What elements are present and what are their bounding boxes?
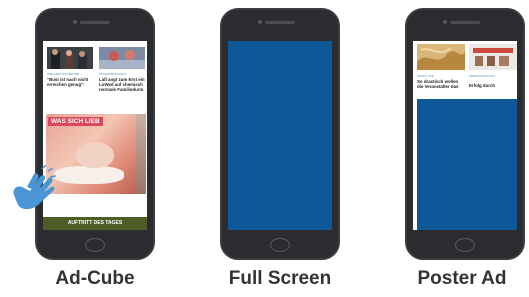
news-tag-left: STADT LIFE [417, 74, 434, 78]
news-thumbnail-right [99, 47, 145, 69]
phone-poster-ad: STADT LIFE So drastisch wollen die Veran… [405, 8, 525, 260]
phone-ad-cube: WIE GEHT ES WEITER "Bust ist nach nicht … [35, 8, 155, 260]
phone-screen: WIE GEHT ES WEITER "Bust ist nach nicht … [43, 41, 147, 230]
cube-label: WAS SICH LIEB [48, 117, 103, 126]
cube-image-face [76, 142, 114, 168]
phone-screen: STADT LIFE So drastisch wollen die Veran… [413, 41, 517, 230]
news-thumbnail-left [417, 44, 465, 70]
caption-poster-ad: Poster Ad [417, 268, 507, 289]
caption-full-screen: Full Screen [228, 268, 332, 289]
tap-hand-icon [13, 165, 57, 210]
camera-dot [258, 20, 262, 24]
news-tag-right: VERANSTALTUNG [469, 74, 495, 78]
camera-dot [73, 20, 77, 24]
phone-screen [228, 41, 332, 230]
news-headline-right[interactable]: Lidl angt zum Erst ein LoWed auf chemisc… [99, 77, 145, 92]
ad-bar[interactable]: AUFTRITT DES TAGES [43, 217, 147, 230]
news-tag-right: LANDWIRTSCHAFT [99, 72, 127, 76]
speaker-bar [450, 21, 480, 24]
cube-side-face [136, 114, 146, 194]
news-thumbnail-right [469, 44, 517, 70]
fullscreen-ad[interactable] [228, 41, 332, 230]
news-headline-left[interactable]: So drastisch wollen die Veranstalter das [417, 79, 465, 89]
camera-dot [443, 20, 447, 24]
home-button [270, 238, 290, 252]
ad-cube[interactable]: WAS SICH LIEB [46, 114, 146, 194]
caption-ad-cube: Ad-Cube [55, 268, 135, 289]
phone-full-screen [220, 8, 340, 260]
home-button [455, 238, 475, 252]
news-thumbnail-left [47, 47, 93, 69]
home-button [85, 238, 105, 252]
speaker-bar [80, 21, 110, 24]
news-tag-left: WIE GEHT ES WEITER [47, 72, 80, 76]
news-headline-right[interactable]: Erfolg durch [469, 83, 517, 88]
speaker-bar [265, 21, 295, 24]
poster-ad[interactable] [417, 99, 517, 230]
news-headline-left[interactable]: "Bust ist nach nicht erreichen genug": [47, 77, 93, 87]
cube-image-pillow [54, 166, 124, 184]
